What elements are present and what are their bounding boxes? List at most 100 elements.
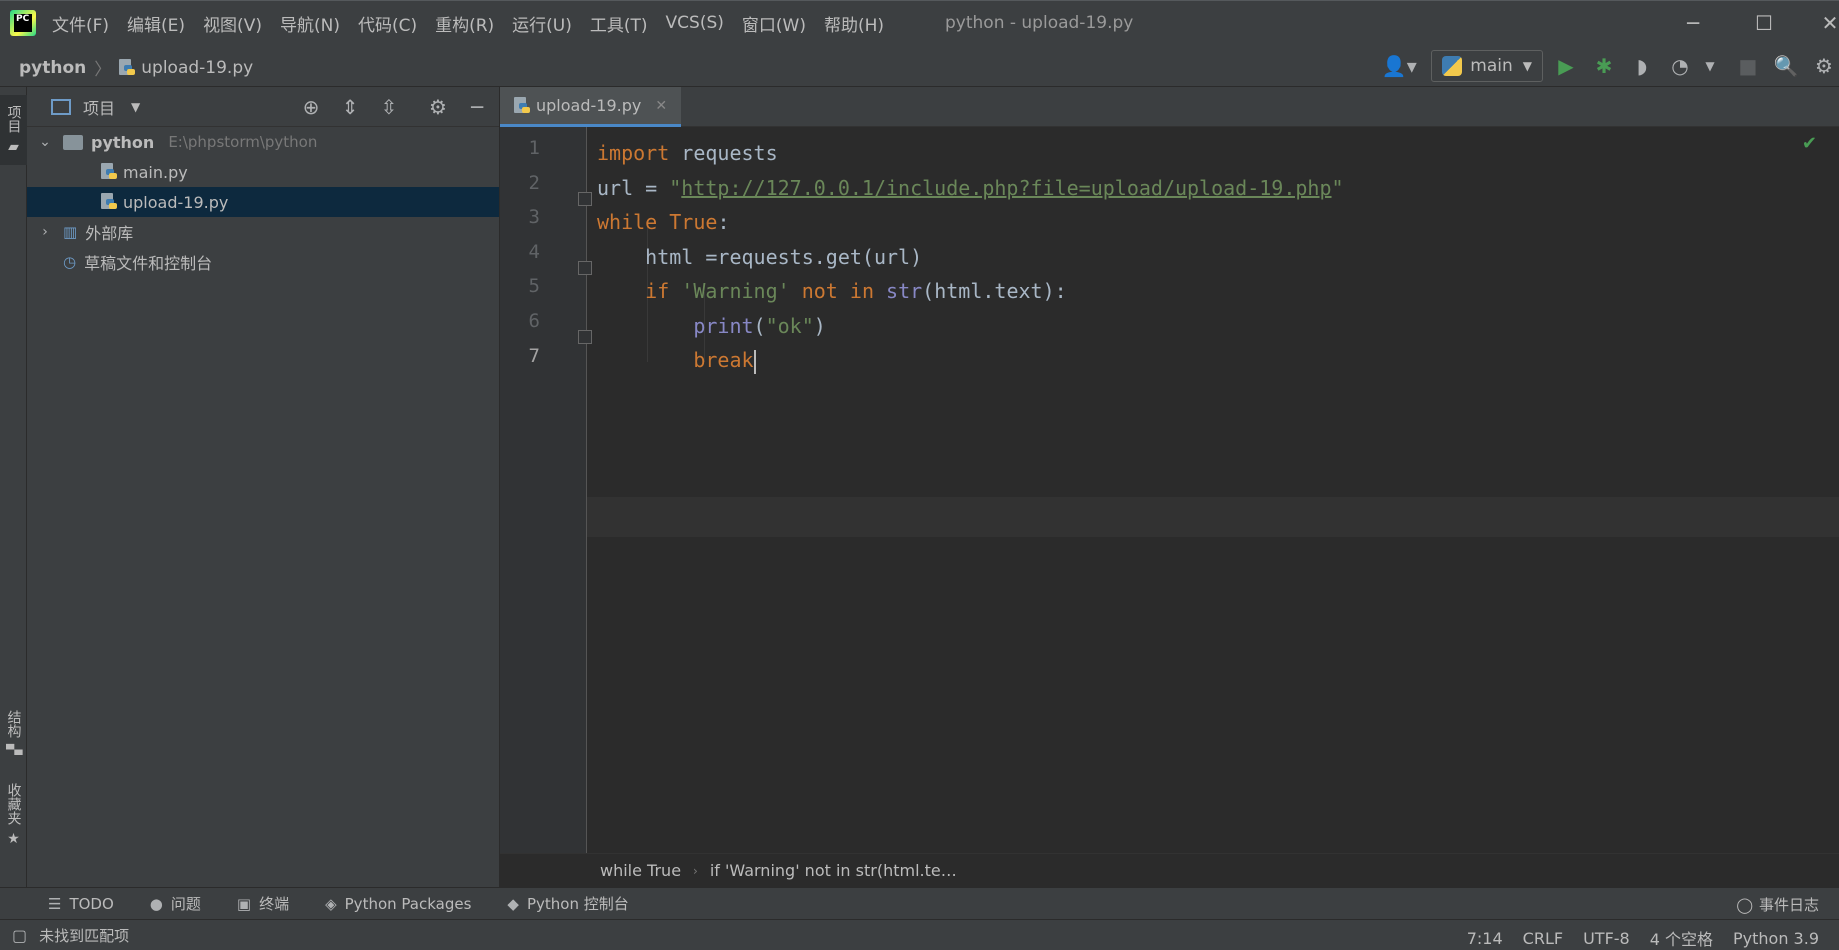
event-log-button[interactable]: ◯ 事件日志 — [1736, 894, 1819, 915]
line-number: 4 — [528, 241, 540, 263]
maximize-button[interactable]: ☐ — [1749, 11, 1779, 35]
tree-root-path: E:\phpstorm\python — [168, 133, 318, 151]
code-token: " — [1331, 176, 1344, 200]
stripe-structure-button[interactable]: 结构 ▞ — [0, 697, 27, 767]
code-token: ) — [813, 314, 826, 338]
more-run-options-icon[interactable]: ▼ — [1695, 51, 1725, 81]
chevron-right-icon[interactable]: › — [37, 224, 53, 240]
coverage-icon[interactable]: ◗ — [1627, 51, 1657, 81]
no-problems-check-icon[interactable]: ✔ — [1802, 133, 1817, 154]
caret-position-widget[interactable]: 7:14 — [1467, 929, 1503, 948]
tree-item-scratches[interactable]: ◷ 草稿文件和控制台 — [27, 247, 499, 277]
menu-run[interactable]: 运行(U) — [512, 11, 572, 36]
code-line-7: break — [597, 348, 756, 374]
menu-file[interactable]: 文件(F) — [52, 11, 109, 36]
line-number: 1 — [528, 137, 540, 159]
stripe-project-label: 项目 — [5, 105, 22, 133]
fold-marker-icon[interactable] — [578, 261, 592, 275]
close-tab-icon[interactable]: ✕ — [655, 98, 667, 114]
toolwindow-todo[interactable]: ☰ TODO — [48, 895, 114, 913]
window-title: python - upload-19.py — [945, 13, 1134, 33]
tree-item-label: 外部库 — [85, 224, 134, 243]
code-token: requests — [669, 141, 778, 165]
menu-code[interactable]: 代码(C) — [358, 11, 417, 36]
breadcrumb-separator-icon: › — [693, 863, 698, 878]
status-bar: ▢ 未找到匹配项 7:14 CRLF UTF-8 4 个空格 Python 3.… — [0, 919, 1839, 950]
search-icon[interactable]: 🔍 — [1771, 51, 1801, 81]
collapse-all-icon[interactable]: ⇳ — [377, 95, 401, 119]
code-line-3: while True: — [597, 210, 729, 234]
toolwindow-python-console[interactable]: ◆ Python 控制台 — [507, 893, 628, 914]
stripe-favorites-button[interactable]: 收藏夹 ★ — [0, 775, 27, 855]
editor-breadcrumbs: while True › if 'Warning' not in str(htm… — [500, 853, 1839, 887]
code-token: not — [789, 279, 838, 303]
line-separator-widget[interactable]: CRLF — [1523, 929, 1563, 948]
breadcrumb-file[interactable]: upload-19.py — [141, 58, 253, 78]
expand-all-icon[interactable]: ⇕ — [338, 95, 362, 119]
indent-widget[interactable]: 4 个空格 — [1650, 926, 1713, 950]
code-token: url = — [597, 176, 670, 200]
menu-vcs[interactable]: VCS(S) — [666, 13, 724, 33]
tree-item-upload-19-py[interactable]: upload-19.py — [27, 187, 499, 217]
editor-breadcrumb-item[interactable]: if 'Warning' not in str(html.te… — [710, 861, 957, 880]
folder-icon: ▰ — [5, 139, 22, 155]
editor-tab-upload-19-py[interactable]: upload-19.py ✕ — [500, 87, 682, 127]
stripe-project-button[interactable]: 项目 ▰ — [0, 95, 27, 165]
menu-navigate[interactable]: 导航(N) — [280, 11, 340, 36]
project-panel: 项目 ▼ ⊕ ⇕ ⇳ ⚙ ─ ⌄ python E:\phpstorm\pyth… — [27, 87, 500, 887]
menu-window[interactable]: 窗口(W) — [742, 11, 806, 36]
hide-panel-icon[interactable]: ─ — [465, 95, 489, 119]
project-tree: ⌄ python E:\phpstorm\python main.py uplo… — [27, 127, 499, 277]
code-editor[interactable]: 1 2 3 4 5 6 7 ✔ — [500, 127, 1839, 853]
code-url-link[interactable]: http://127.0.0.1/include.php?file=upload… — [681, 176, 1331, 200]
profile-icon[interactable]: ◔ — [1665, 51, 1695, 81]
code-token: ( — [753, 314, 766, 338]
line-number: 7 — [528, 345, 540, 367]
chevron-down-icon: ▼ — [1522, 59, 1532, 73]
stripe-favorites-label: 收藏夹 — [5, 783, 22, 825]
toolwindow-problems[interactable]: ● 问题 — [150, 893, 201, 914]
fold-marker-icon[interactable] — [578, 192, 592, 206]
locate-file-icon[interactable]: ⊕ — [299, 95, 323, 119]
code-token: (html.text): — [922, 279, 1067, 303]
problems-icon: ● — [149, 894, 163, 913]
minimize-button[interactable]: ─ — [1678, 11, 1708, 35]
stop-icon[interactable]: ■ — [1733, 51, 1763, 81]
toolwindow-python-packages[interactable]: ◈ Python Packages — [325, 895, 471, 913]
run-config-selector[interactable]: main ▼ — [1431, 50, 1543, 82]
add-user-icon[interactable]: 👤▾ — [1379, 51, 1419, 81]
fold-end-marker-icon[interactable] — [578, 330, 592, 344]
debug-icon[interactable]: ✱ — [1589, 51, 1619, 81]
menu-tools[interactable]: 工具(T) — [590, 11, 648, 36]
tree-root-python[interactable]: ⌄ python E:\phpstorm\python — [27, 127, 499, 157]
menu-view[interactable]: 视图(V) — [203, 11, 262, 36]
chevron-down-icon[interactable]: ⌄ — [37, 134, 53, 150]
settings-gear-icon[interactable]: ⚙ — [426, 95, 450, 119]
code-token: if — [645, 279, 670, 303]
interpreter-widget[interactable]: Python 3.9 — [1733, 929, 1819, 948]
menu-edit[interactable]: 编辑(E) — [127, 11, 185, 36]
tab-label: upload-19.py — [536, 96, 642, 115]
tree-item-main-py[interactable]: main.py — [27, 157, 499, 187]
code-line-4: html =requests.get(url) — [597, 245, 922, 269]
code-token: print — [693, 314, 754, 338]
menu-help[interactable]: 帮助(H) — [824, 11, 884, 36]
toolwindow-terminal[interactable]: ▣ 终端 — [237, 893, 289, 914]
editor-breadcrumb-item[interactable]: while True — [600, 861, 681, 880]
tree-item-external-libraries[interactable]: › ▥ 外部库 — [27, 217, 499, 247]
menu-refactor[interactable]: 重构(R) — [435, 11, 494, 36]
title-bar: PC 文件(F) 编辑(E) 视图(V) 导航(N) 代码(C) 重构(R) 运… — [0, 0, 1839, 45]
run-icon[interactable]: ▶ — [1551, 51, 1581, 81]
project-panel-title[interactable]: 项目 — [83, 95, 115, 119]
settings-gear-icon[interactable]: ⚙ — [1809, 51, 1839, 81]
tree-item-label: main.py — [123, 162, 188, 182]
code-token: True — [657, 210, 718, 234]
star-icon: ★ — [5, 831, 22, 847]
toggle-tool-windows-icon[interactable]: ▢ — [12, 926, 27, 945]
encoding-widget[interactable]: UTF-8 — [1583, 929, 1630, 948]
close-window-button[interactable]: ✕ — [1815, 11, 1839, 35]
code-token: break — [693, 348, 754, 372]
chevron-down-icon[interactable]: ▼ — [131, 100, 140, 114]
breadcrumb-project[interactable]: python — [19, 58, 86, 78]
